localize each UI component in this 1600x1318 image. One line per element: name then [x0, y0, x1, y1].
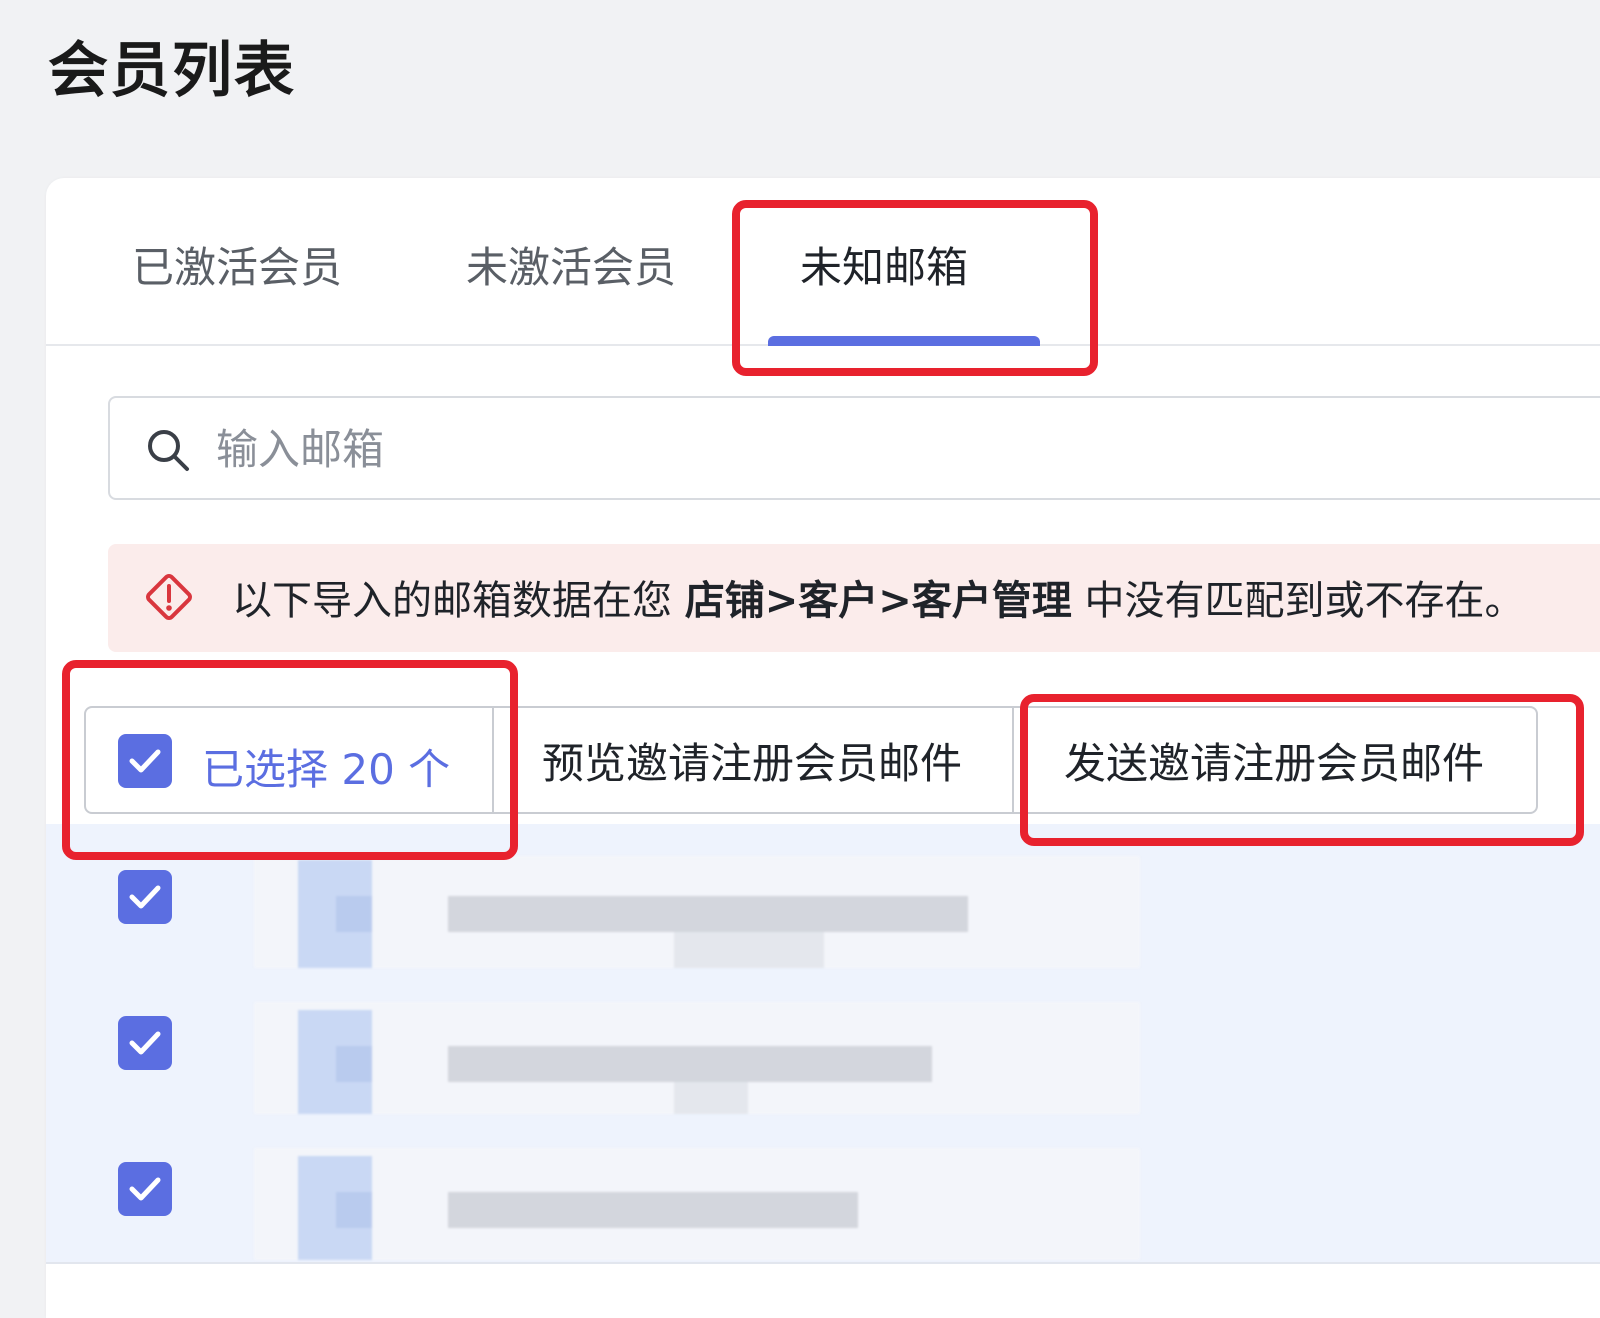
- send-invite-email-button[interactable]: 发送邀请注册会员邮件: [1012, 708, 1536, 812]
- warning-message: 以下导入的邮箱数据在您 店铺>客户>客户管理 中没有匹配到或不存在。: [232, 568, 1524, 626]
- search-icon: [144, 426, 192, 474]
- warning-icon: [142, 570, 196, 624]
- preview-invite-email-button[interactable]: 预览邀请注册会员邮件: [492, 708, 1014, 812]
- redacted-email: [254, 1148, 1140, 1260]
- active-tab-indicator: [768, 336, 1040, 346]
- redacted-email: [254, 856, 1140, 968]
- page-title: 会员列表: [48, 36, 296, 106]
- bulk-action-bar: 已选择 20 个 预览邀请注册会员邮件 发送邀请注册会员邮件: [84, 706, 1538, 814]
- tab-bar: 已激活会员 未激活会员 未知邮箱: [46, 178, 1600, 346]
- row-checkbox[interactable]: [118, 1016, 172, 1070]
- warning-path[interactable]: 店铺>客户>客户管理: [685, 578, 1072, 624]
- tab-unknown-email[interactable]: 未知邮箱: [800, 234, 968, 295]
- table-row[interactable]: [46, 970, 1600, 1118]
- selected-count-label: 已选择 20 个: [202, 745, 451, 794]
- select-all-toggle[interactable]: 已选择 20 个: [86, 708, 494, 812]
- redacted-email: [254, 1002, 1140, 1114]
- member-list-card: 已激活会员 未激活会员 未知邮箱 以下导入的邮箱数据在您 店铺>客户>客户管理 …: [46, 178, 1600, 1318]
- table-row[interactable]: [46, 1116, 1600, 1264]
- search-box: [108, 396, 1600, 500]
- warning-prefix: 以下导入的邮箱数据在您: [232, 578, 685, 624]
- table-row[interactable]: [46, 824, 1600, 972]
- warning-suffix: 中没有匹配到或不存在。: [1071, 578, 1525, 624]
- tab-inactive-members[interactable]: 未激活会员: [466, 234, 676, 295]
- tab-activated-members[interactable]: 已激活会员: [132, 234, 342, 295]
- select-all-checkbox[interactable]: [118, 734, 172, 788]
- row-checkbox[interactable]: [118, 870, 172, 924]
- row-checkbox[interactable]: [118, 1162, 172, 1216]
- email-search-input[interactable]: [214, 398, 1600, 500]
- warning-banner: 以下导入的邮箱数据在您 店铺>客户>客户管理 中没有匹配到或不存在。: [108, 544, 1600, 652]
